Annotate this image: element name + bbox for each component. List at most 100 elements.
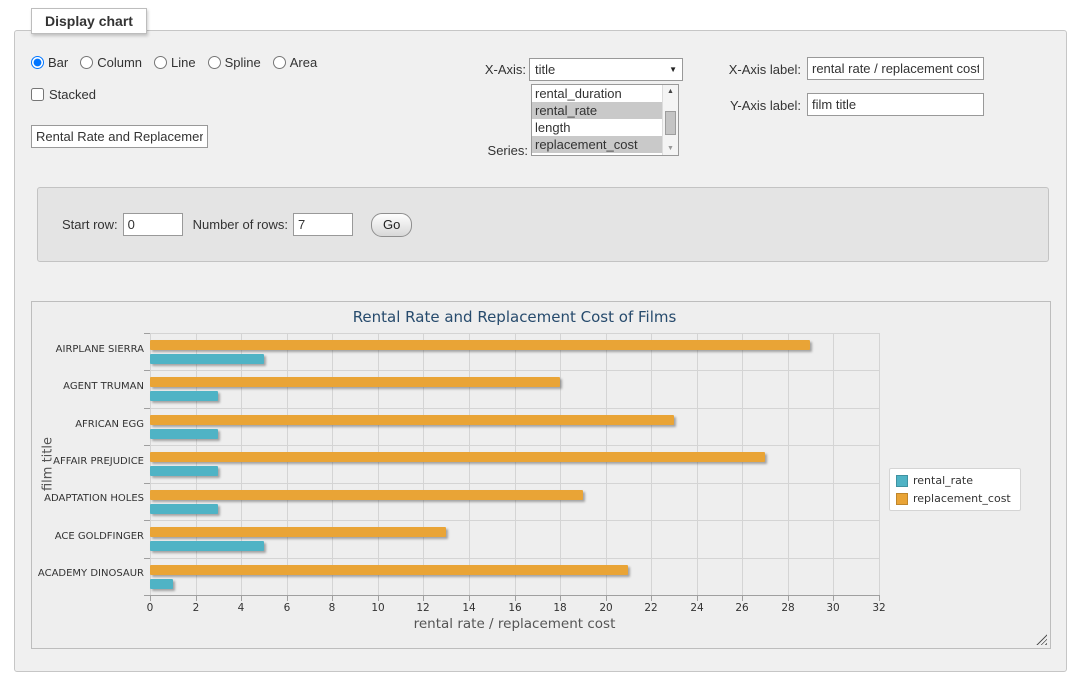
bar-replacement_cost[interactable] <box>150 377 560 387</box>
x-tick <box>833 596 834 601</box>
bar-rental_rate[interactable] <box>150 579 173 589</box>
chart-type-column[interactable]: Column <box>80 55 142 70</box>
chart-type-radio-label: Spline <box>225 55 261 70</box>
gridline <box>332 333 333 595</box>
chart-type-radio-label: Area <box>290 55 317 70</box>
chart-type-radio-line[interactable] <box>154 56 167 69</box>
scrollbar-thumb[interactable] <box>665 111 676 135</box>
stacked-checkbox[interactable] <box>31 88 44 101</box>
x-tick <box>651 596 652 601</box>
category-label: AGENT TRUMAN <box>32 380 144 394</box>
chart-type-radio-column[interactable] <box>80 56 93 69</box>
x-tick <box>241 596 242 601</box>
legend-item-rental_rate[interactable]: rental_rate <box>896 474 1011 487</box>
gridline <box>560 333 561 595</box>
gridline <box>150 333 879 334</box>
x-tick <box>788 596 789 601</box>
x-tick-label: 20 <box>588 602 624 614</box>
y-tick <box>144 558 150 559</box>
bar-replacement_cost[interactable] <box>150 452 765 462</box>
scroll-down-icon[interactable]: ▼ <box>667 142 674 155</box>
go-button[interactable]: Go <box>371 213 412 237</box>
y-tick <box>144 483 150 484</box>
x-axis-label-input[interactable] <box>807 57 984 80</box>
gridline <box>287 333 288 595</box>
bar-replacement_cost[interactable] <box>150 565 628 575</box>
series-option-replacement_cost[interactable]: replacement_cost <box>532 136 662 153</box>
row-controls-panel: Start row: Number of rows: Go <box>37 187 1049 262</box>
bar-replacement_cost[interactable] <box>150 340 810 350</box>
category-label: ACADEMY DINOSAUR <box>32 567 144 581</box>
gridline <box>606 333 607 595</box>
gridline <box>196 333 197 595</box>
scroll-up-icon[interactable]: ▲ <box>667 85 674 98</box>
bar-rental_rate[interactable] <box>150 504 218 514</box>
listbox-scrollbar[interactable]: ▲ ▼ <box>662 85 678 155</box>
x-tick <box>879 596 880 601</box>
stacked-label: Stacked <box>49 87 96 102</box>
bar-rental_rate[interactable] <box>150 541 264 551</box>
x-tick-label: 28 <box>770 602 806 614</box>
gridline <box>241 333 242 595</box>
x-tick-label: 16 <box>497 602 533 614</box>
gridline <box>423 333 424 595</box>
display-chart-panel: Display chart BarColumnLineSplineArea St… <box>14 30 1067 672</box>
gridline <box>378 333 379 595</box>
x-tick <box>378 596 379 601</box>
bar-replacement_cost[interactable] <box>150 415 674 425</box>
gridline <box>150 445 879 446</box>
gridline <box>150 333 151 595</box>
legend-item-replacement_cost[interactable]: replacement_cost <box>896 492 1011 505</box>
y-tick <box>144 595 150 596</box>
bar-replacement_cost[interactable] <box>150 490 583 500</box>
x-tick <box>332 596 333 601</box>
start-row-input[interactable] <box>123 213 183 236</box>
gridline <box>788 333 789 595</box>
x-tick <box>423 596 424 601</box>
bar-rental_rate[interactable] <box>150 429 218 439</box>
stacked-option[interactable]: Stacked <box>31 87 96 102</box>
x-axis-selected-value: title <box>535 62 555 77</box>
series-option-rental_duration[interactable]: rental_duration <box>532 85 662 102</box>
category-label: AFFAIR PREJUDICE <box>32 455 144 469</box>
series-option-rental_rate[interactable]: rental_rate <box>532 102 662 119</box>
gridline <box>879 333 880 595</box>
bar-rental_rate[interactable] <box>150 391 218 401</box>
chart-type-radio-spline[interactable] <box>208 56 221 69</box>
y-axis-label-input[interactable] <box>807 93 984 116</box>
x-tick <box>287 596 288 601</box>
num-rows-input[interactable] <box>293 213 353 236</box>
gridline <box>697 333 698 595</box>
chart-type-area[interactable]: Area <box>273 55 317 70</box>
x-axis-select[interactable]: title ▼ <box>529 58 683 81</box>
x-tick <box>469 596 470 601</box>
x-tick-label: 22 <box>633 602 669 614</box>
resize-grip-icon[interactable] <box>1036 634 1047 645</box>
series-select-label: Series: <box>435 143 528 158</box>
num-rows-label: Number of rows: <box>193 217 288 232</box>
bar-rental_rate[interactable] <box>150 354 264 364</box>
chart-title-input[interactable] <box>31 125 208 148</box>
chart-type-bar[interactable]: Bar <box>31 55 68 70</box>
x-tick-label: 0 <box>132 602 168 614</box>
y-tick <box>144 370 150 371</box>
series-listbox[interactable]: rental_durationrental_ratelengthreplacem… <box>531 84 679 156</box>
panel-title: Display chart <box>31 8 147 34</box>
x-axis-title: rental rate / replacement cost <box>150 616 879 632</box>
x-tick-label: 12 <box>405 602 441 614</box>
gridline <box>651 333 652 595</box>
chart-type-radio-area[interactable] <box>273 56 286 69</box>
start-row-label: Start row: <box>62 217 118 232</box>
bar-rental_rate[interactable] <box>150 466 218 476</box>
x-tick-label: 14 <box>451 602 487 614</box>
chart-type-radio-bar[interactable] <box>31 56 44 69</box>
series-option-length[interactable]: length <box>532 119 662 136</box>
plot-area <box>150 333 879 595</box>
x-tick <box>742 596 743 601</box>
gridline <box>742 333 743 595</box>
x-tick-label: 6 <box>269 602 305 614</box>
chart-type-spline[interactable]: Spline <box>208 55 261 70</box>
chart-type-radio-label: Line <box>171 55 196 70</box>
chart-type-line[interactable]: Line <box>154 55 196 70</box>
bar-replacement_cost[interactable] <box>150 527 446 537</box>
